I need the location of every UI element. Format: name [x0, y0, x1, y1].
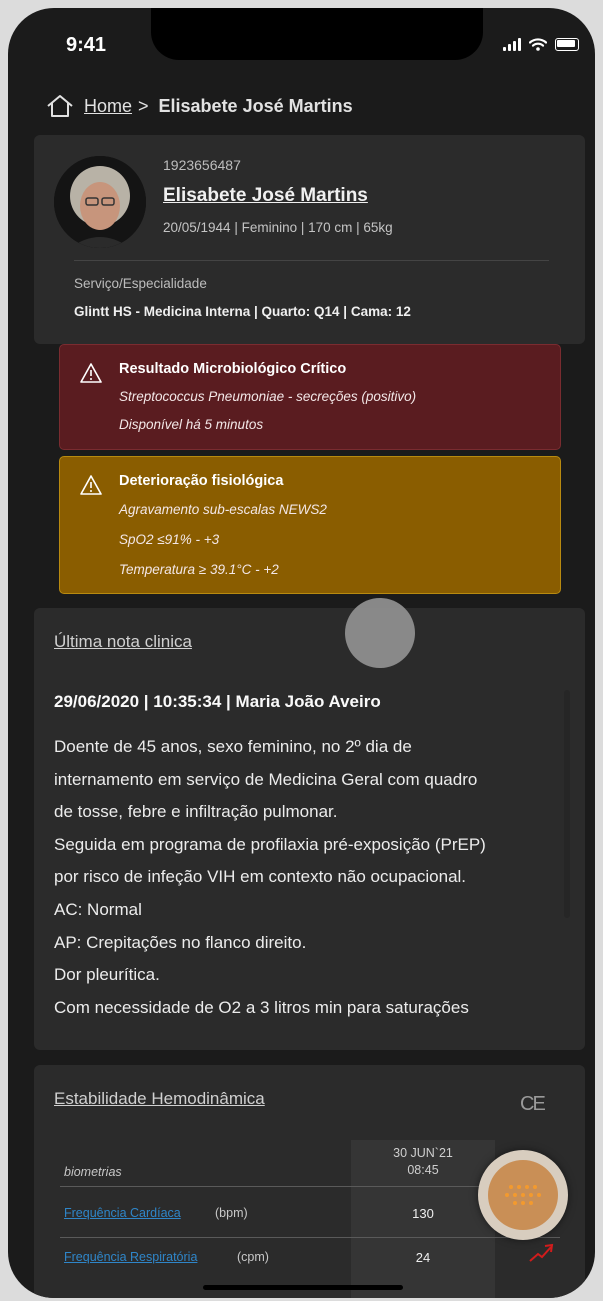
alert-line: Temperatura ≥ 39.1°C - +2: [119, 562, 279, 577]
home-icon[interactable]: [46, 94, 74, 118]
note-line: de tosse, febre e infiltração pulmonar.: [54, 802, 338, 822]
column-time: 08:45: [407, 1163, 439, 1177]
breadcrumb-current: Elisabete José Martins: [158, 95, 353, 116]
table-divider: [60, 1237, 560, 1238]
note-line: Dor pleurítica.: [54, 965, 160, 985]
notch: [151, 8, 483, 60]
note-line: AC: Normal: [54, 899, 142, 919]
floating-action-button[interactable]: [478, 1150, 568, 1240]
biometric-value: 24: [415, 1250, 431, 1265]
note-line: Com necessidade de O2 a 3 litros min par…: [54, 997, 469, 1017]
wifi-icon: [529, 38, 547, 51]
trend-up-icon: [529, 1243, 554, 1262]
alert-physiological-deterioration[interactable]: Deterioração fisiológica Agravamento sub…: [59, 456, 561, 594]
warning-triangle-icon: [80, 475, 102, 495]
service-label: Serviço/Especialidade: [74, 276, 207, 291]
breadcrumb: Home > Elisabete José Martins: [46, 94, 353, 118]
biometric-respiratory-rate-link[interactable]: Frequência Respiratória: [64, 1250, 197, 1264]
divider: [74, 260, 549, 261]
note-line: internamento em serviço de Medicina Gera…: [54, 769, 478, 789]
hemodynamic-title-link[interactable]: Estabilidade Hemodinâmica: [54, 1089, 265, 1109]
service-value: Glintt HS - Medicina Interna | Quarto: Q…: [74, 304, 411, 319]
biometric-unit: (bpm): [215, 1206, 248, 1220]
breadcrumb-separator: >: [138, 95, 149, 116]
status-time: 9:41: [66, 34, 107, 56]
system-icons: [503, 38, 579, 51]
note-line: AP: Crepitações no flanco direito.: [54, 932, 307, 952]
patient-id: 1923656487: [163, 157, 241, 173]
breadcrumb-home-link[interactable]: Home: [84, 96, 132, 117]
alert-title: Deterioração fisiológica: [119, 473, 284, 489]
clinical-note-title-link[interactable]: Última nota clinica: [54, 632, 192, 652]
touch-indicator: [345, 598, 415, 668]
alert-line: Disponível há 5 minutos: [119, 417, 264, 432]
date-column-header: 30 JUN`21 08:45: [351, 1145, 495, 1179]
clinical-note-body: Doente de 45 anos, sexo feminino, no 2º …: [54, 731, 554, 1024]
alert-line: Agravamento sub-escalas NEWS2: [119, 502, 327, 517]
status-bar: 9:41: [8, 8, 595, 68]
fab-inner: [488, 1160, 558, 1230]
biometric-value: 130: [412, 1206, 434, 1221]
patient-meta: 20/05/1944 | Feminino | 170 cm | 65kg: [163, 220, 393, 235]
note-line: por risco de infeção VIH em contexto não…: [54, 867, 467, 887]
phone-frame: 9:41 Home > Elisabete José Martins 19236…: [8, 8, 595, 1298]
ce-mark: CE: [520, 1093, 546, 1115]
warning-triangle-icon: [80, 363, 102, 383]
signal-icon: [503, 38, 521, 51]
dots-grid-icon: [505, 1185, 541, 1205]
alert-line: Streptococcus Pneumoniae - secreções (po…: [119, 389, 417, 404]
biometric-unit: (cpm): [237, 1250, 269, 1264]
battery-icon: [555, 38, 579, 51]
patient-card: 1923656487 Elisabete José Martins 20/05/…: [34, 135, 585, 344]
clinical-note-card: Última nota clinica 29/06/2020 | 10:35:3…: [34, 608, 585, 1050]
alert-critical-micro[interactable]: Resultado Microbiológico Crítico Strepto…: [59, 344, 561, 450]
patient-avatar: [54, 156, 146, 248]
alert-title: Resultado Microbiológico Crítico: [119, 361, 347, 377]
alert-line: SpO2 ≤91% - +3: [119, 532, 220, 547]
biometrics-label: biometrias: [64, 1165, 122, 1179]
home-indicator[interactable]: [203, 1285, 403, 1290]
note-line: Doente de 45 anos, sexo feminino, no 2º …: [54, 737, 412, 756]
patient-name-link[interactable]: Elisabete José Martins: [163, 185, 368, 207]
clinical-note-header: 29/06/2020 | 10:35:34 | Maria João Aveir…: [54, 692, 381, 711]
note-line: Seguida em programa de profilaxia pré-ex…: [54, 834, 486, 854]
column-date: 30 JUN`21: [393, 1146, 453, 1160]
note-scrollbar[interactable]: [564, 690, 570, 918]
biometric-heart-rate-link[interactable]: Frequência Cardíaca: [64, 1206, 181, 1220]
